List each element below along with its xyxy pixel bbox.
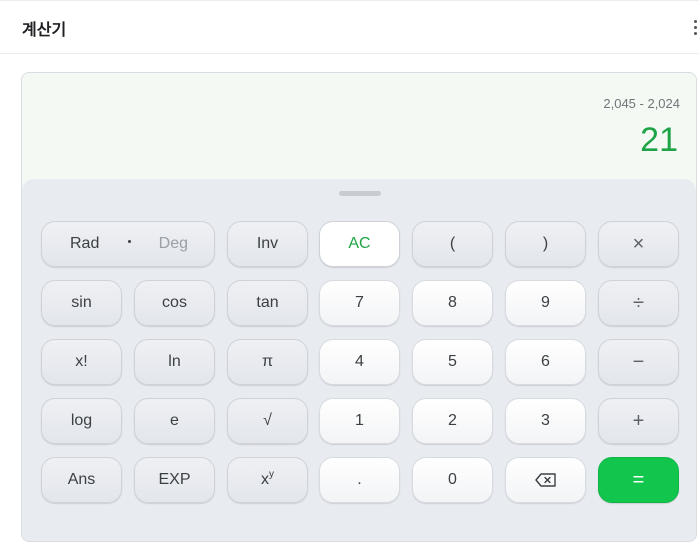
digit-5-button[interactable]: 5 bbox=[412, 339, 493, 385]
multiply-button[interactable]: × bbox=[598, 221, 679, 267]
decimal-point-button[interactable]: . bbox=[319, 457, 400, 503]
drag-handle[interactable] bbox=[339, 191, 381, 196]
power-button[interactable]: xy bbox=[227, 457, 308, 503]
rad-deg-toggle[interactable]: Rad Deg bbox=[41, 221, 215, 267]
minus-button[interactable]: − bbox=[598, 339, 679, 385]
digit-2-button[interactable]: 2 bbox=[412, 398, 493, 444]
rad-label: Rad bbox=[70, 235, 100, 252]
backspace-button[interactable] bbox=[505, 457, 586, 503]
digit-1-button[interactable]: 1 bbox=[319, 398, 400, 444]
more-options-icon[interactable] bbox=[691, 15, 699, 39]
digit-7-button[interactable]: 7 bbox=[319, 280, 400, 326]
sqrt-button[interactable]: √ bbox=[227, 398, 308, 444]
right-paren-button[interactable]: ) bbox=[505, 221, 586, 267]
calculator: 2,045 - 2,024 21 Rad Deg Inv AC ( ) × si… bbox=[21, 72, 697, 542]
power-exponent-label: y bbox=[269, 468, 274, 480]
digit-8-button[interactable]: 8 bbox=[412, 280, 493, 326]
digit-0-button[interactable]: 0 bbox=[412, 457, 493, 503]
separator-dot bbox=[127, 239, 131, 243]
plus-button[interactable]: + bbox=[598, 398, 679, 444]
backspace-icon bbox=[534, 473, 556, 487]
ln-button[interactable]: ln bbox=[134, 339, 215, 385]
power-base-label: x bbox=[261, 471, 269, 488]
exp-button[interactable]: EXP bbox=[134, 457, 215, 503]
result-text: 21 bbox=[640, 121, 678, 159]
tan-button[interactable]: tan bbox=[227, 280, 308, 326]
divide-button[interactable]: ÷ bbox=[598, 280, 679, 326]
pi-button[interactable]: π bbox=[227, 339, 308, 385]
digit-3-button[interactable]: 3 bbox=[505, 398, 586, 444]
cos-button[interactable]: cos bbox=[134, 280, 215, 326]
app-header: 계산기 bbox=[0, 0, 699, 54]
left-paren-button[interactable]: ( bbox=[412, 221, 493, 267]
digit-9-button[interactable]: 9 bbox=[505, 280, 586, 326]
calculator-display: 2,045 - 2,024 21 bbox=[22, 73, 696, 181]
inv-button[interactable]: Inv bbox=[227, 221, 308, 267]
sin-button[interactable]: sin bbox=[41, 280, 122, 326]
page-title: 계산기 bbox=[22, 20, 67, 39]
deg-label: Deg bbox=[158, 235, 188, 252]
e-button[interactable]: e bbox=[134, 398, 215, 444]
ans-button[interactable]: Ans bbox=[41, 457, 122, 503]
all-clear-button[interactable]: AC bbox=[319, 221, 400, 267]
equals-button[interactable]: = bbox=[598, 457, 679, 503]
log-button[interactable]: log bbox=[41, 398, 122, 444]
factorial-button[interactable]: x! bbox=[41, 339, 122, 385]
digit-6-button[interactable]: 6 bbox=[505, 339, 586, 385]
keypad: Rad Deg Inv AC ( ) × sin cos tan 7 8 9 ÷… bbox=[22, 179, 696, 541]
expression-text: 2,045 - 2,024 bbox=[603, 96, 680, 111]
digit-4-button[interactable]: 4 bbox=[319, 339, 400, 385]
